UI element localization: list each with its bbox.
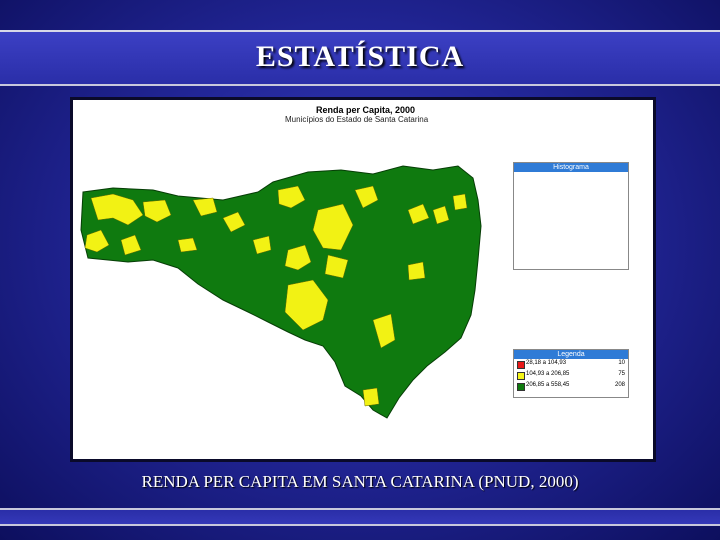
legend-swatch-green [517,383,525,391]
bottom-band [0,508,720,526]
state-map [80,165,621,419]
legend-swatch-red [517,361,525,369]
histogram-panel: Histograma [513,162,629,270]
legend-count: 10 [618,360,625,366]
map-subtitle: Municípios do Estado de Santa Catarina [285,115,429,124]
legend-range: 206,85 a 558,45 [526,382,570,388]
slide-caption: RENDA PER CAPITA EM SANTA CATARINA (PNUD… [141,472,579,491]
map-figure: Renda per Capita, 2000 Municípios do Est… [70,97,656,462]
legend-range: 28,18 a 104,93 [526,360,567,366]
legend-title: Legenda [514,350,628,359]
legend-count: 208 [614,382,625,388]
map-title: Renda per Capita, 2000 [316,105,416,115]
legend-panel: Legenda 28,18 a 104,93 10 104,93 a 206,8… [513,349,629,398]
legend-row: 104,93 a 206,85 75 [514,370,628,381]
legend-count: 75 [618,371,625,377]
legend-range: 104,93 a 206,85 [526,371,570,377]
legend-row: 206,85 a 558,45 208 [514,381,628,392]
legend-swatch-yellow [517,372,525,380]
legend-row: 28,18 a 104,93 10 [514,359,628,370]
histogram-title: Histograma [514,163,628,172]
slide-title: ESTATÍSTICA [255,40,465,73]
